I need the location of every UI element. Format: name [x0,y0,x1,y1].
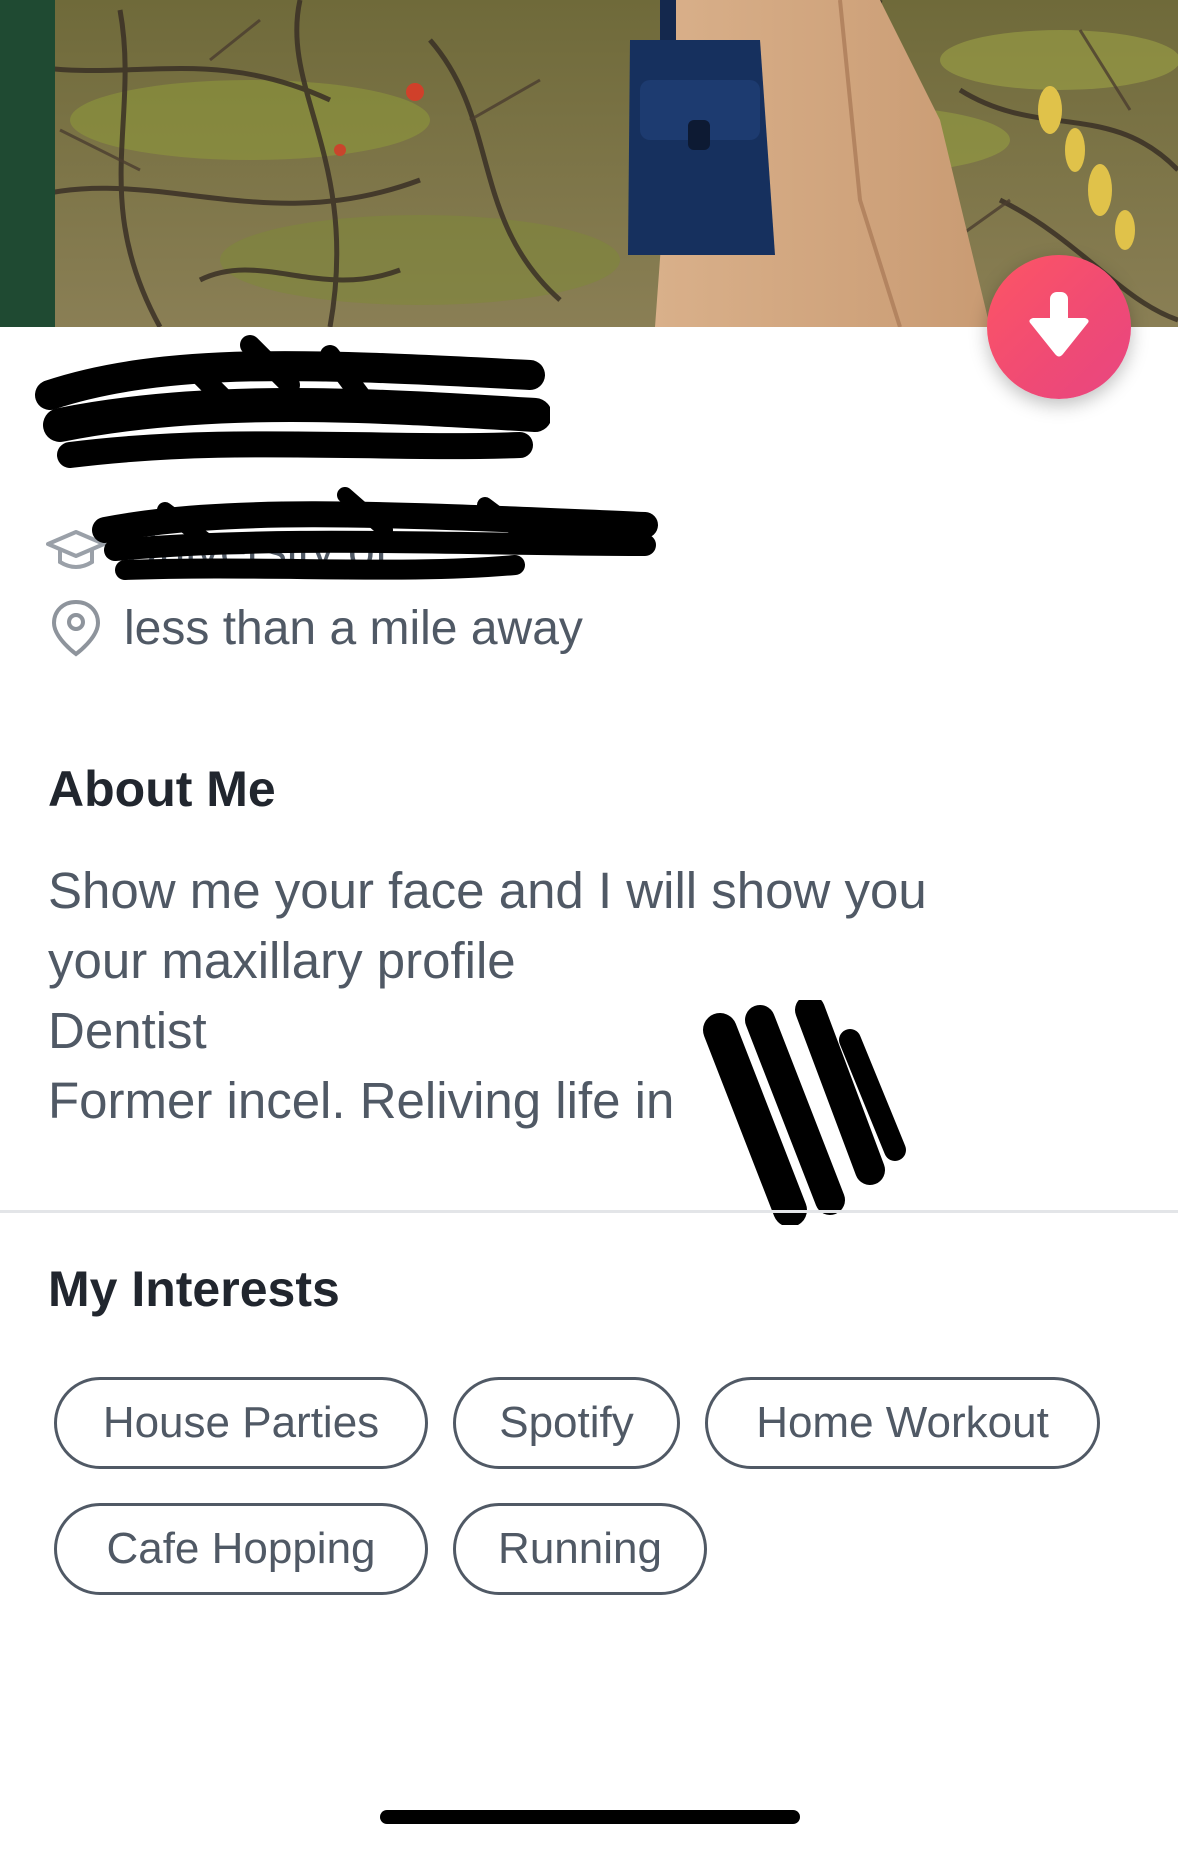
redacted-name [30,335,552,485]
profile-photo[interactable] [0,0,1178,327]
section-divider [0,1210,1178,1213]
interest-chip[interactable]: Cafe Hopping [54,1503,428,1595]
interest-chip[interactable]: Running [453,1503,707,1595]
interest-chip[interactable]: House Parties [54,1377,428,1469]
bio-line: Dentist [48,1002,207,1059]
distance-text: less than a mile away [124,601,583,655]
about-me-text: Show me your face and I will show you yo… [48,856,1108,1136]
redacted-bio-location [700,995,910,1227]
arrow-down-icon [1029,292,1089,357]
location-pin-icon [46,598,106,658]
interest-chip[interactable]: Spotify [453,1377,680,1469]
distance-row: less than a mile away [46,598,583,658]
collapse-profile-button[interactable] [987,255,1131,399]
about-me-heading: About Me [48,761,276,817]
redacted-school [85,485,665,595]
bio-line: Former incel. Reliving life in [48,1072,675,1129]
bio-line: Show me your face and I will show you [48,862,927,919]
interest-chip[interactable]: Home Workout [705,1377,1100,1469]
bio-line: your maxillary profile [48,932,516,989]
interests-heading: My Interests [48,1261,340,1317]
home-indicator[interactable] [380,1810,800,1824]
